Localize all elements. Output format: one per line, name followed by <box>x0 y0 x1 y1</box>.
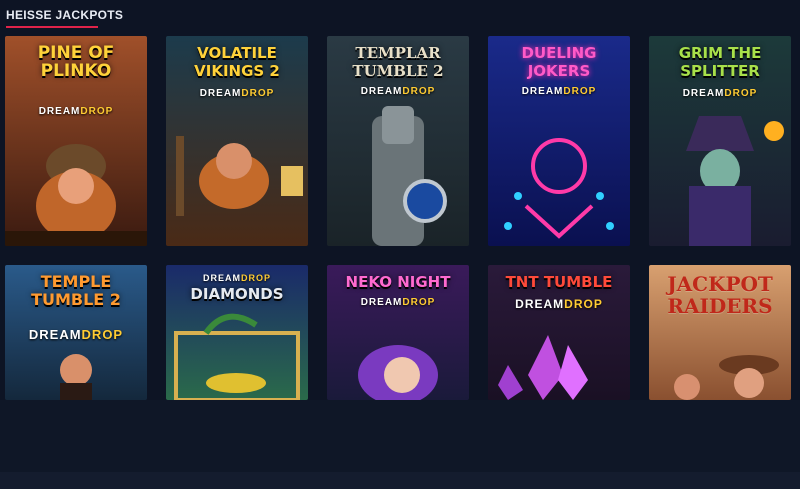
game-title: DIAMONDS <box>190 285 284 303</box>
game-tile-grim-the-splitter[interactable]: GRIM THE SPLITTER DREAMDROP <box>649 36 791 246</box>
game-title: DUELING JOKERS <box>521 44 597 80</box>
dream-drop-badge: DREAMDROP <box>360 86 436 97</box>
game-tile-pine-of-plinko[interactable]: PINE OF PLINKO DREAMDROP <box>5 36 147 246</box>
game-tile-neko-night[interactable]: NEKO NIGHT DREAMDROP <box>327 265 469 400</box>
dream-drop-badge: DREAMDROP <box>28 327 124 342</box>
game-tile-diamonds[interactable]: DREAMDROP DIAMONDS <box>166 265 308 400</box>
game-title: NEKO NIGHT <box>345 273 451 291</box>
game-title: VOLATILE VIKINGS 2 <box>194 44 280 80</box>
dream-drop-badge: DREAMDROP <box>38 106 114 117</box>
game-grid: PINE OF PLINKO DREAMDROP VOLATILE VIKING… <box>5 36 791 400</box>
game-title: TNT TUMBLE <box>505 273 613 291</box>
dream-drop-badge: DREAMDROP <box>360 297 436 308</box>
dream-drop-badge: DREAMDROP <box>199 88 275 99</box>
game-title: TEMPLAR TUMBLE 2 <box>352 44 444 80</box>
section-header: HEISSE JACKPOTS <box>6 8 123 28</box>
dream-drop-badge: DREAMDROP <box>521 86 597 97</box>
section-underline <box>6 26 98 28</box>
section-title: HEISSE JACKPOTS <box>6 8 124 22</box>
game-tile-templar-tumble-2[interactable]: TEMPLAR TUMBLE 2 DREAMDROP <box>327 36 469 246</box>
game-tile-tnt-tumble[interactable]: TNT TUMBLE DREAMDROP <box>488 265 630 400</box>
game-tile-temple-tumble-2[interactable]: TEMPLE TUMBLE 2 DREAMDROP <box>5 265 147 400</box>
dream-drop-badge: DREAMDROP <box>682 88 758 99</box>
game-title: GRIM THE SPLITTER <box>678 44 762 80</box>
game-title: PINE OF PLINKO <box>37 43 115 81</box>
game-title: JACKPOT RAIDERS <box>667 272 773 318</box>
lower-area <box>0 400 800 472</box>
bottom-bar <box>0 472 800 489</box>
game-tile-volatile-vikings-2[interactable]: VOLATILE VIKINGS 2 DREAMDROP <box>166 36 308 246</box>
game-title: TEMPLE TUMBLE 2 <box>31 272 121 309</box>
dream-drop-badge: DREAMDROP <box>202 273 271 283</box>
game-tile-jackpot-raiders[interactable]: JACKPOT RAIDERS <box>649 265 791 400</box>
dream-drop-badge: DREAMDROP <box>515 297 603 311</box>
game-tile-dueling-jokers[interactable]: DUELING JOKERS DREAMDROP <box>488 36 630 246</box>
